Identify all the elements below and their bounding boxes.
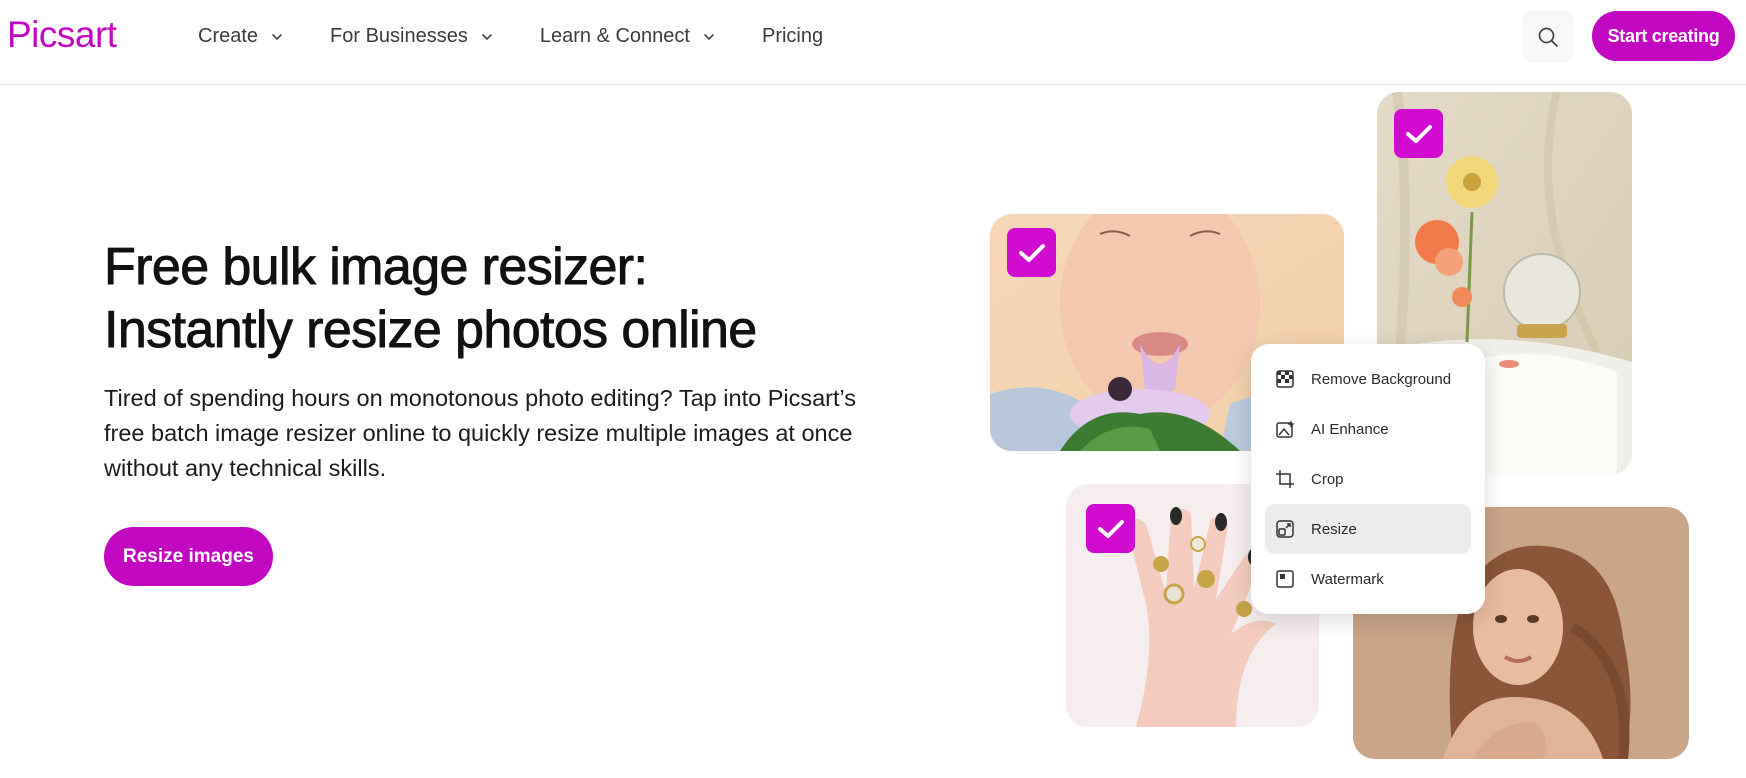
menu-item-remove-background[interactable]: Remove Background (1265, 354, 1471, 404)
menu-item-label: Resize (1311, 520, 1357, 538)
resize-icon (1276, 520, 1294, 538)
search-button[interactable] (1522, 11, 1574, 63)
check-icon (1018, 243, 1045, 262)
check-icon (1405, 124, 1432, 143)
hero-title-line-2: Instantly resize photos online (104, 301, 758, 360)
selected-badge (1086, 504, 1135, 553)
nav-pricing[interactable]: Pricing (762, 25, 823, 48)
selected-badge (1394, 109, 1443, 158)
menu-item-label: Watermark (1311, 570, 1384, 588)
menu-item-watermark[interactable]: Watermark (1265, 554, 1471, 604)
menu-item-label: Crop (1311, 470, 1344, 488)
watermark-icon (1276, 570, 1294, 588)
nav-learn-connect-label: Learn & Connect (539, 25, 690, 47)
nav-create[interactable]: Create (198, 25, 284, 48)
edit-tools-menu: Remove Background AI Enhance Crop Resize… (1251, 344, 1485, 614)
menu-item-ai-enhance[interactable]: AI Enhance (1265, 404, 1471, 454)
chevron-down-icon (272, 33, 282, 40)
menu-item-resize[interactable]: Resize (1265, 504, 1471, 554)
chevron-down-icon (482, 33, 492, 40)
menu-item-crop[interactable]: Crop (1265, 454, 1471, 504)
ai-enhance-icon (1276, 420, 1295, 438)
menu-item-label: Remove Background (1311, 370, 1452, 388)
remove-background-icon (1276, 370, 1294, 388)
menu-item-label: AI Enhance (1311, 420, 1389, 438)
top-navigation-bar: Picsart Create For Businesses Learn & Co… (0, 0, 1746, 85)
picsart-logo[interactable]: Picsart (7, 14, 117, 56)
nav-for-businesses[interactable]: For Businesses (330, 25, 494, 48)
crop-icon (1276, 470, 1294, 488)
nav-learn-connect[interactable]: Learn & Connect (540, 25, 716, 48)
hero-title-line-1: Free bulk image resizer: (104, 238, 649, 297)
chevron-down-icon (704, 33, 714, 40)
hero-description: Tired of spending hours on monotonous ph… (104, 385, 857, 481)
selected-badge (1007, 228, 1056, 277)
nav-pricing-label: Pricing (761, 25, 824, 47)
start-creating-button[interactable]: Start creating (1592, 11, 1735, 61)
resize-images-button[interactable]: Resize images (104, 527, 273, 586)
main-nav: Create For Businesses Learn & Connect Pr… (198, 0, 869, 73)
search-icon (1538, 27, 1558, 47)
nav-create-label: Create (198, 25, 259, 47)
check-icon (1097, 519, 1124, 538)
hero-title: Free bulk image resizer: Instantly resiz… (104, 236, 864, 362)
nav-for-businesses-label: For Businesses (330, 25, 468, 47)
